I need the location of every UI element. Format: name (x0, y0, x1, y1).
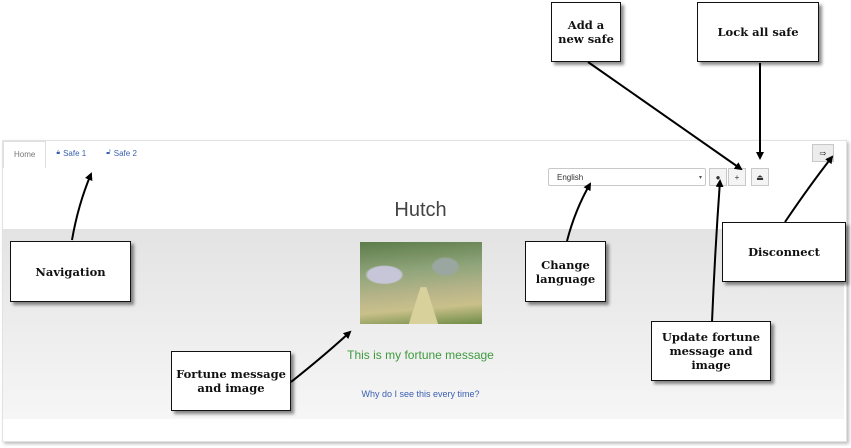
callout-fortune: Fortune message and image (171, 351, 291, 411)
callout-disconnect: Disconnect (722, 222, 846, 282)
callout-change-language: Change language (525, 241, 606, 302)
arrow-add-safe (587, 61, 743, 171)
arrow-fortune (290, 330, 352, 383)
callout-navigation: Navigation (10, 241, 131, 302)
callout-add-safe: Add a new safe (551, 2, 621, 62)
arrow-disconnect (784, 155, 834, 223)
arrow-update-fortune (711, 179, 724, 323)
callout-lock-all: Lock all safe (697, 2, 819, 62)
arrow-navigation (71, 172, 93, 241)
callout-update-fortune: Update fortune message and image (651, 321, 771, 381)
arrow-change-language (566, 182, 591, 242)
